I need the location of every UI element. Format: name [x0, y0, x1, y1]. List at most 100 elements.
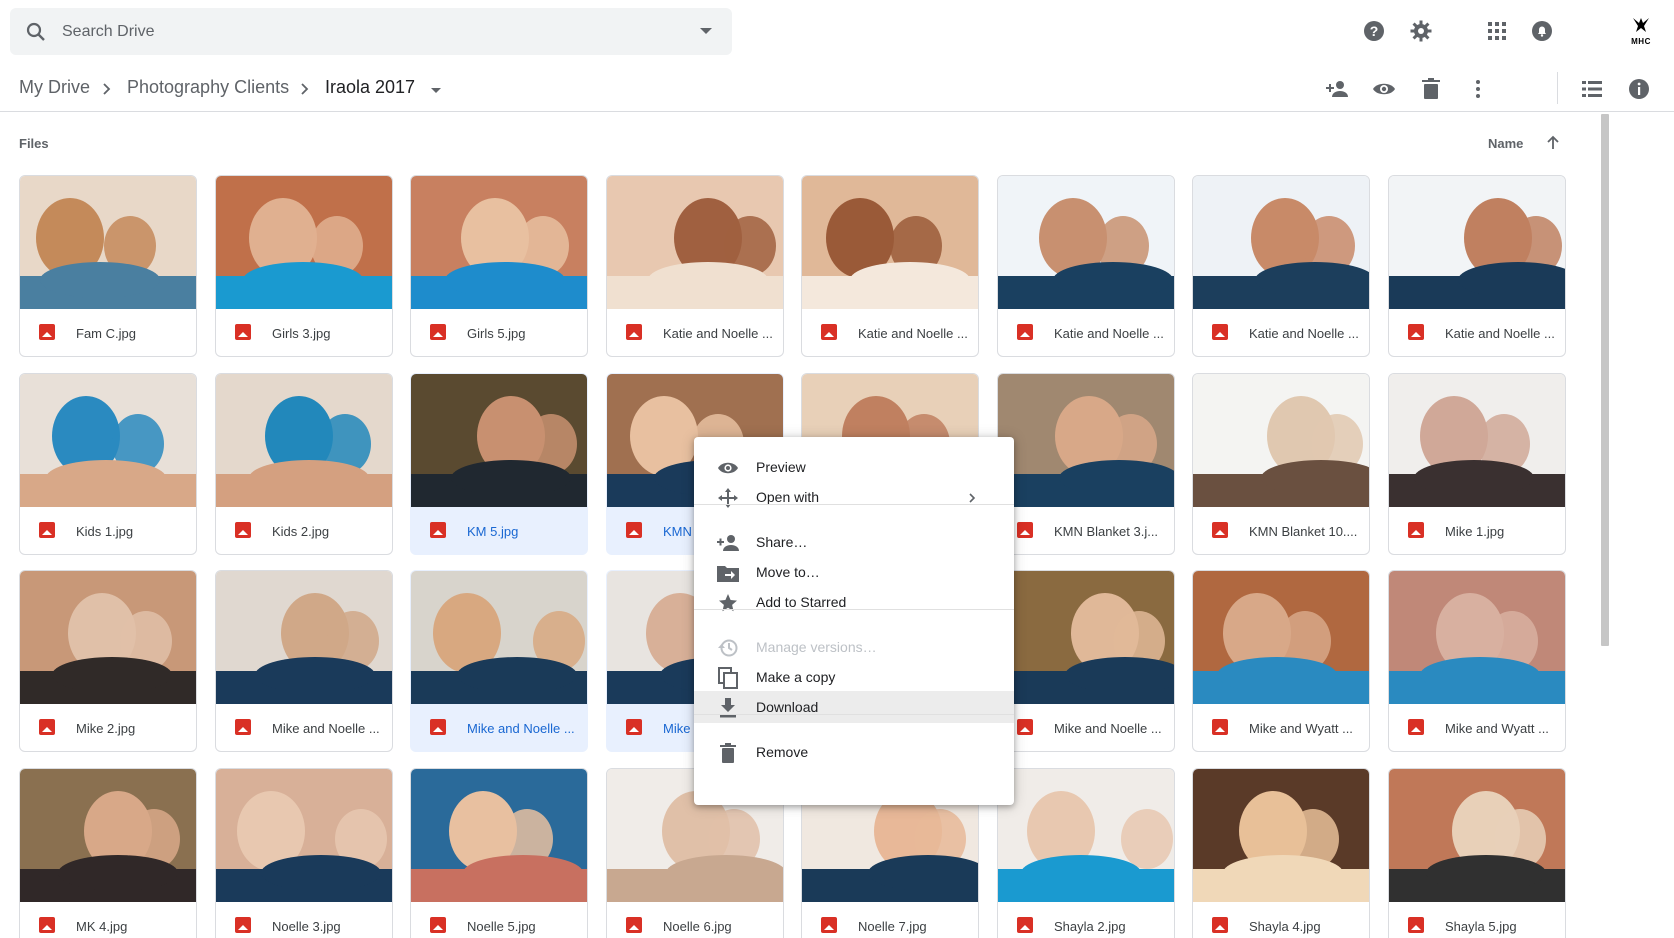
image-file-icon — [1017, 719, 1033, 735]
search-options-dropdown-icon[interactable] — [700, 28, 712, 34]
apps-grid-icon[interactable] — [1484, 18, 1510, 44]
file-thumbnail — [1389, 374, 1565, 507]
trash-icon — [716, 741, 740, 765]
file-card[interactable]: Mike and Noelle ... — [215, 570, 393, 752]
file-name: Kids 1.jpg — [76, 524, 134, 539]
image-file-icon — [821, 917, 837, 933]
list-view-icon[interactable] — [1579, 76, 1605, 102]
file-name: Noelle 5.jpg — [467, 919, 536, 934]
image-file-icon — [1408, 917, 1424, 933]
file-card[interactable]: KMN Blanket 3.j... — [997, 373, 1175, 555]
menu-item-make-a-copy[interactable]: Make a copy — [694, 661, 1014, 693]
more-options-icon[interactable] — [1465, 76, 1491, 102]
breadcrumb-my-drive[interactable]: My Drive — [19, 77, 90, 98]
file-thumbnail — [1193, 374, 1369, 507]
file-name: Mike 1.jpg — [1445, 524, 1505, 539]
file-card[interactable]: Katie and Noelle ... — [997, 175, 1175, 357]
search-icon[interactable] — [24, 20, 48, 44]
file-name: Mike and Noelle ... — [272, 721, 380, 736]
file-thumbnail — [411, 176, 587, 309]
menu-item-open-with[interactable]: Open with — [694, 481, 1014, 513]
file-thumbnail — [20, 769, 196, 902]
trash-icon[interactable] — [1418, 76, 1444, 102]
file-card[interactable]: Kids 1.jpg — [19, 373, 197, 555]
file-card[interactable]: Mike and Wyatt ... — [1192, 570, 1370, 752]
menu-item-share[interactable]: Share… — [694, 526, 1014, 558]
menu-item-preview[interactable]: Preview — [694, 451, 1014, 483]
file-card[interactable]: Kids 2.jpg — [215, 373, 393, 555]
file-thumbnail — [998, 374, 1174, 507]
bird-logo-icon — [1624, 16, 1658, 37]
sort-by-name-button[interactable]: Name — [1488, 136, 1523, 151]
file-name: KM 5.jpg — [467, 524, 519, 539]
menu-item-add-to-starred[interactable]: Add to Starred — [694, 586, 1014, 618]
file-card[interactable]: Noelle 3.jpg — [215, 768, 393, 938]
file-card[interactable]: KM 5.jpg — [410, 373, 588, 555]
download-icon — [716, 696, 740, 720]
image-file-icon — [626, 522, 642, 538]
file-card[interactable]: Katie and Noelle ... — [1192, 175, 1370, 357]
file-card[interactable]: Mike 2.jpg — [19, 570, 197, 752]
share-person-add-icon[interactable] — [1324, 76, 1350, 102]
file-thumbnail — [998, 176, 1174, 309]
search-bar[interactable] — [10, 8, 732, 55]
file-card[interactable]: Katie and Noelle ... — [606, 175, 784, 357]
file-card[interactable]: Noelle 5.jpg — [410, 768, 588, 938]
file-name: Shayla 5.jpg — [1445, 919, 1517, 934]
file-card[interactable]: Shayla 5.jpg — [1388, 768, 1566, 938]
menu-divider — [694, 504, 1014, 505]
file-card[interactable]: Girls 5.jpg — [410, 175, 588, 357]
file-card[interactable]: Girls 3.jpg — [215, 175, 393, 357]
settings-gear-icon[interactable] — [1408, 18, 1434, 44]
context-menu: Preview Open with Share… Move to… Add to Sta… — [694, 437, 1014, 805]
help-icon[interactable]: ? — [1361, 18, 1387, 44]
file-name: Katie and Noelle ... — [663, 326, 773, 341]
menu-item-label: Make a copy — [756, 669, 836, 685]
file-card[interactable]: Mike and Noelle ... — [410, 570, 588, 752]
file-card[interactable]: Mike and Wyatt ... — [1388, 570, 1566, 752]
file-name: Girls 5.jpg — [467, 326, 526, 341]
menu-divider — [694, 609, 1014, 610]
image-file-icon — [235, 719, 251, 735]
file-card[interactable]: Mike and Noelle ... — [997, 570, 1175, 752]
file-card[interactable]: Katie and Noelle ... — [801, 175, 979, 357]
menu-item-download[interactable]: Download — [694, 691, 1014, 723]
file-name: Mike and Noelle ... — [1054, 721, 1162, 736]
scrollbar-thumb[interactable] — [1601, 114, 1609, 646]
image-file-icon — [1017, 324, 1033, 340]
file-card[interactable]: MK 4.jpg — [19, 768, 197, 938]
menu-item-remove[interactable]: Remove — [694, 736, 1014, 768]
menu-item-move-to[interactable]: Move to… — [694, 556, 1014, 588]
info-icon[interactable] — [1626, 76, 1652, 102]
file-card[interactable]: Mike 1.jpg — [1388, 373, 1566, 555]
image-file-icon — [430, 917, 446, 933]
file-card[interactable]: Shayla 2.jpg — [997, 768, 1175, 938]
breadcrumb-current-folder[interactable]: Iraola 2017 — [325, 77, 415, 98]
file-thumbnail — [1389, 176, 1565, 309]
menu-item-label: Share… — [756, 534, 808, 550]
image-file-icon — [1408, 324, 1424, 340]
file-card[interactable]: Fam C.jpg — [19, 175, 197, 357]
sort-ascending-arrow-icon[interactable] — [1544, 134, 1562, 152]
image-file-icon — [39, 719, 55, 735]
image-file-icon — [1017, 917, 1033, 933]
folder-menu-dropdown-icon[interactable] — [431, 88, 441, 93]
preview-eye-icon[interactable] — [1371, 76, 1397, 102]
account-avatar[interactable]: MHC — [1624, 16, 1658, 48]
image-file-icon — [1408, 522, 1424, 538]
breadcrumb-photography-clients[interactable]: Photography Clients — [127, 77, 289, 98]
menu-item-manage-versions: Manage versions… — [694, 631, 1014, 663]
file-card[interactable]: Shayla 4.jpg — [1192, 768, 1370, 938]
file-name: Mike and Noelle ... — [467, 721, 575, 736]
search-input[interactable] — [62, 8, 662, 55]
file-name: Fam C.jpg — [76, 326, 136, 341]
file-name: Katie and Noelle ... — [1445, 326, 1555, 341]
account-initials: MHC — [1631, 37, 1651, 46]
file-thumbnail — [1389, 769, 1565, 902]
menu-divider — [694, 714, 1014, 715]
file-card[interactable]: KMN Blanket 10.... — [1192, 373, 1370, 555]
file-card[interactable]: Katie and Noelle ... — [1388, 175, 1566, 357]
notifications-icon[interactable] — [1529, 18, 1555, 44]
image-file-icon — [821, 324, 837, 340]
file-name: KMN Blanket 10.... — [1249, 524, 1358, 539]
